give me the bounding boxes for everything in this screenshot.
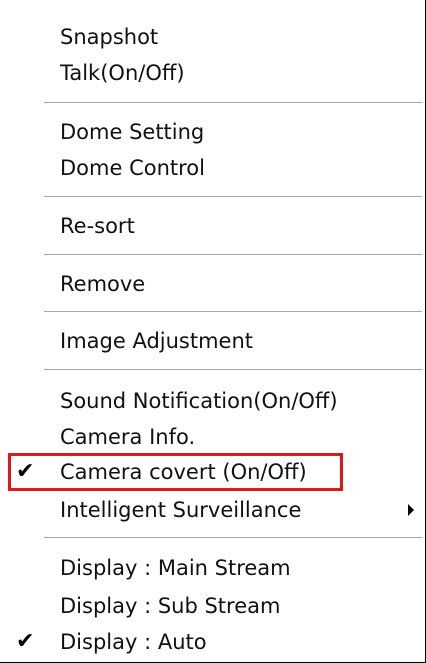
menu-item-talk[interactable]: Talk(On/Off) [0, 56, 424, 90]
menu-separator [44, 102, 422, 104]
menu-item-label: Talk(On/Off) [60, 61, 185, 85]
menu-item-display-main-stream[interactable]: Display : Main Stream [0, 551, 424, 585]
menu-item-label: Dome Control [60, 156, 205, 180]
context-menu: Snapshot Talk(On/Off) Dome Setting Dome … [0, 0, 426, 663]
menu-item-label: Remove [60, 272, 146, 296]
menu-item-label: Display : Auto [60, 630, 207, 654]
menu-item-label: Intelligent Surveillance [60, 498, 302, 522]
menu-separator [44, 311, 422, 313]
menu-separator [44, 254, 422, 256]
checkmark-icon: ✔ [16, 629, 35, 654]
menu-item-remove[interactable]: Remove [0, 267, 424, 301]
menu-item-re-sort[interactable]: Re-sort [0, 209, 424, 243]
menu-item-camera-info[interactable]: Camera Info. [0, 420, 424, 454]
menu-item-dome-setting[interactable]: Dome Setting [0, 115, 424, 149]
menu-item-label: Dome Setting [60, 120, 205, 144]
menu-item-label: Display : Main Stream [60, 556, 291, 580]
menu-separator [44, 369, 422, 371]
menu-item-sound-notification[interactable]: Sound Notification(On/Off) [0, 384, 424, 418]
menu-item-display-sub-stream[interactable]: Display : Sub Stream [0, 589, 424, 623]
menu-separator [44, 196, 422, 198]
menu-item-dome-control[interactable]: Dome Control [0, 151, 424, 185]
highlight-box [8, 453, 343, 491]
menu-item-label: Image Adjustment [60, 329, 254, 353]
menu-item-label: Snapshot [60, 25, 159, 49]
menu-item-label: Display : Sub Stream [60, 594, 281, 618]
menu-item-label: Sound Notification(On/Off) [60, 389, 338, 413]
menu-item-display-auto[interactable]: ✔ Display : Auto [0, 625, 424, 659]
menu-item-label: Re-sort [60, 214, 135, 238]
menu-item-label: Camera Info. [60, 425, 196, 449]
menu-separator [44, 537, 422, 539]
menu-item-snapshot[interactable]: Snapshot [0, 20, 424, 54]
menu-item-image-adjustment[interactable]: Image Adjustment [0, 324, 424, 358]
menu-item-intelligent-surveillance[interactable]: Intelligent Surveillance [0, 493, 424, 527]
submenu-arrow-icon [408, 504, 414, 516]
